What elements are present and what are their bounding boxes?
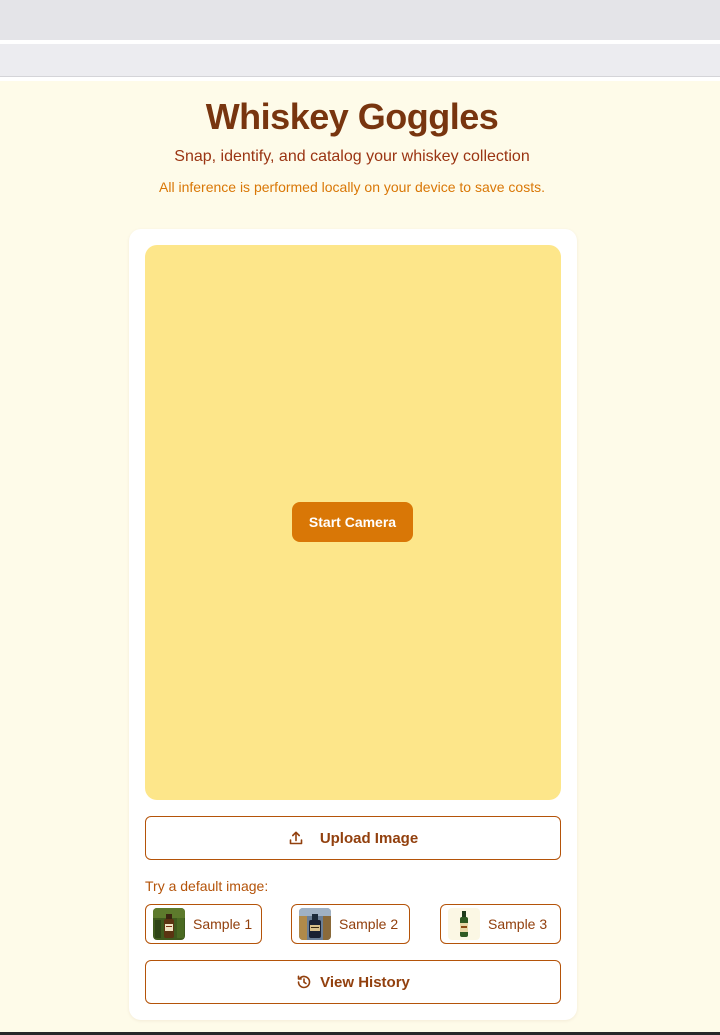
sample-1-label: Sample 1 — [193, 916, 253, 932]
default-image-prompt: Try a default image: — [145, 878, 269, 894]
start-camera-button[interactable]: Start Camera — [292, 502, 413, 542]
sample-1-button[interactable]: Sample 1 — [145, 904, 262, 944]
sample-2-label: Sample 2 — [339, 916, 399, 932]
local-inference-note: All inference is performed locally on yo… — [159, 179, 545, 195]
browser-chrome — [0, 0, 720, 40]
app-title: Whiskey Goggles — [205, 96, 499, 137]
view-history-label: View History — [320, 973, 410, 991]
app-subtitle: Snap, identify, and catalog your whiskey… — [174, 148, 530, 165]
sample-1-thumbnail — [153, 908, 185, 940]
view-history-button[interactable]: View History — [145, 960, 561, 1004]
sample-3-button[interactable]: Sample 3 — [440, 904, 561, 944]
sample-3-thumbnail — [448, 908, 480, 940]
upload-image-label: Upload Image — [319, 829, 419, 847]
sample-3-label: Sample 3 — [488, 916, 548, 932]
browser-toolbar — [0, 44, 720, 77]
sample-2-button[interactable]: Sample 2 — [291, 904, 410, 944]
upload-icon — [288, 830, 304, 846]
sample-2-thumbnail — [299, 908, 331, 940]
upload-image-button[interactable]: Upload Image — [145, 816, 561, 860]
browser-divider-2 — [0, 77, 720, 81]
main-card: Start Camera Upload Image Try a default … — [129, 229, 577, 1020]
history-icon — [296, 974, 312, 990]
camera-preview: Start Camera — [145, 245, 561, 800]
